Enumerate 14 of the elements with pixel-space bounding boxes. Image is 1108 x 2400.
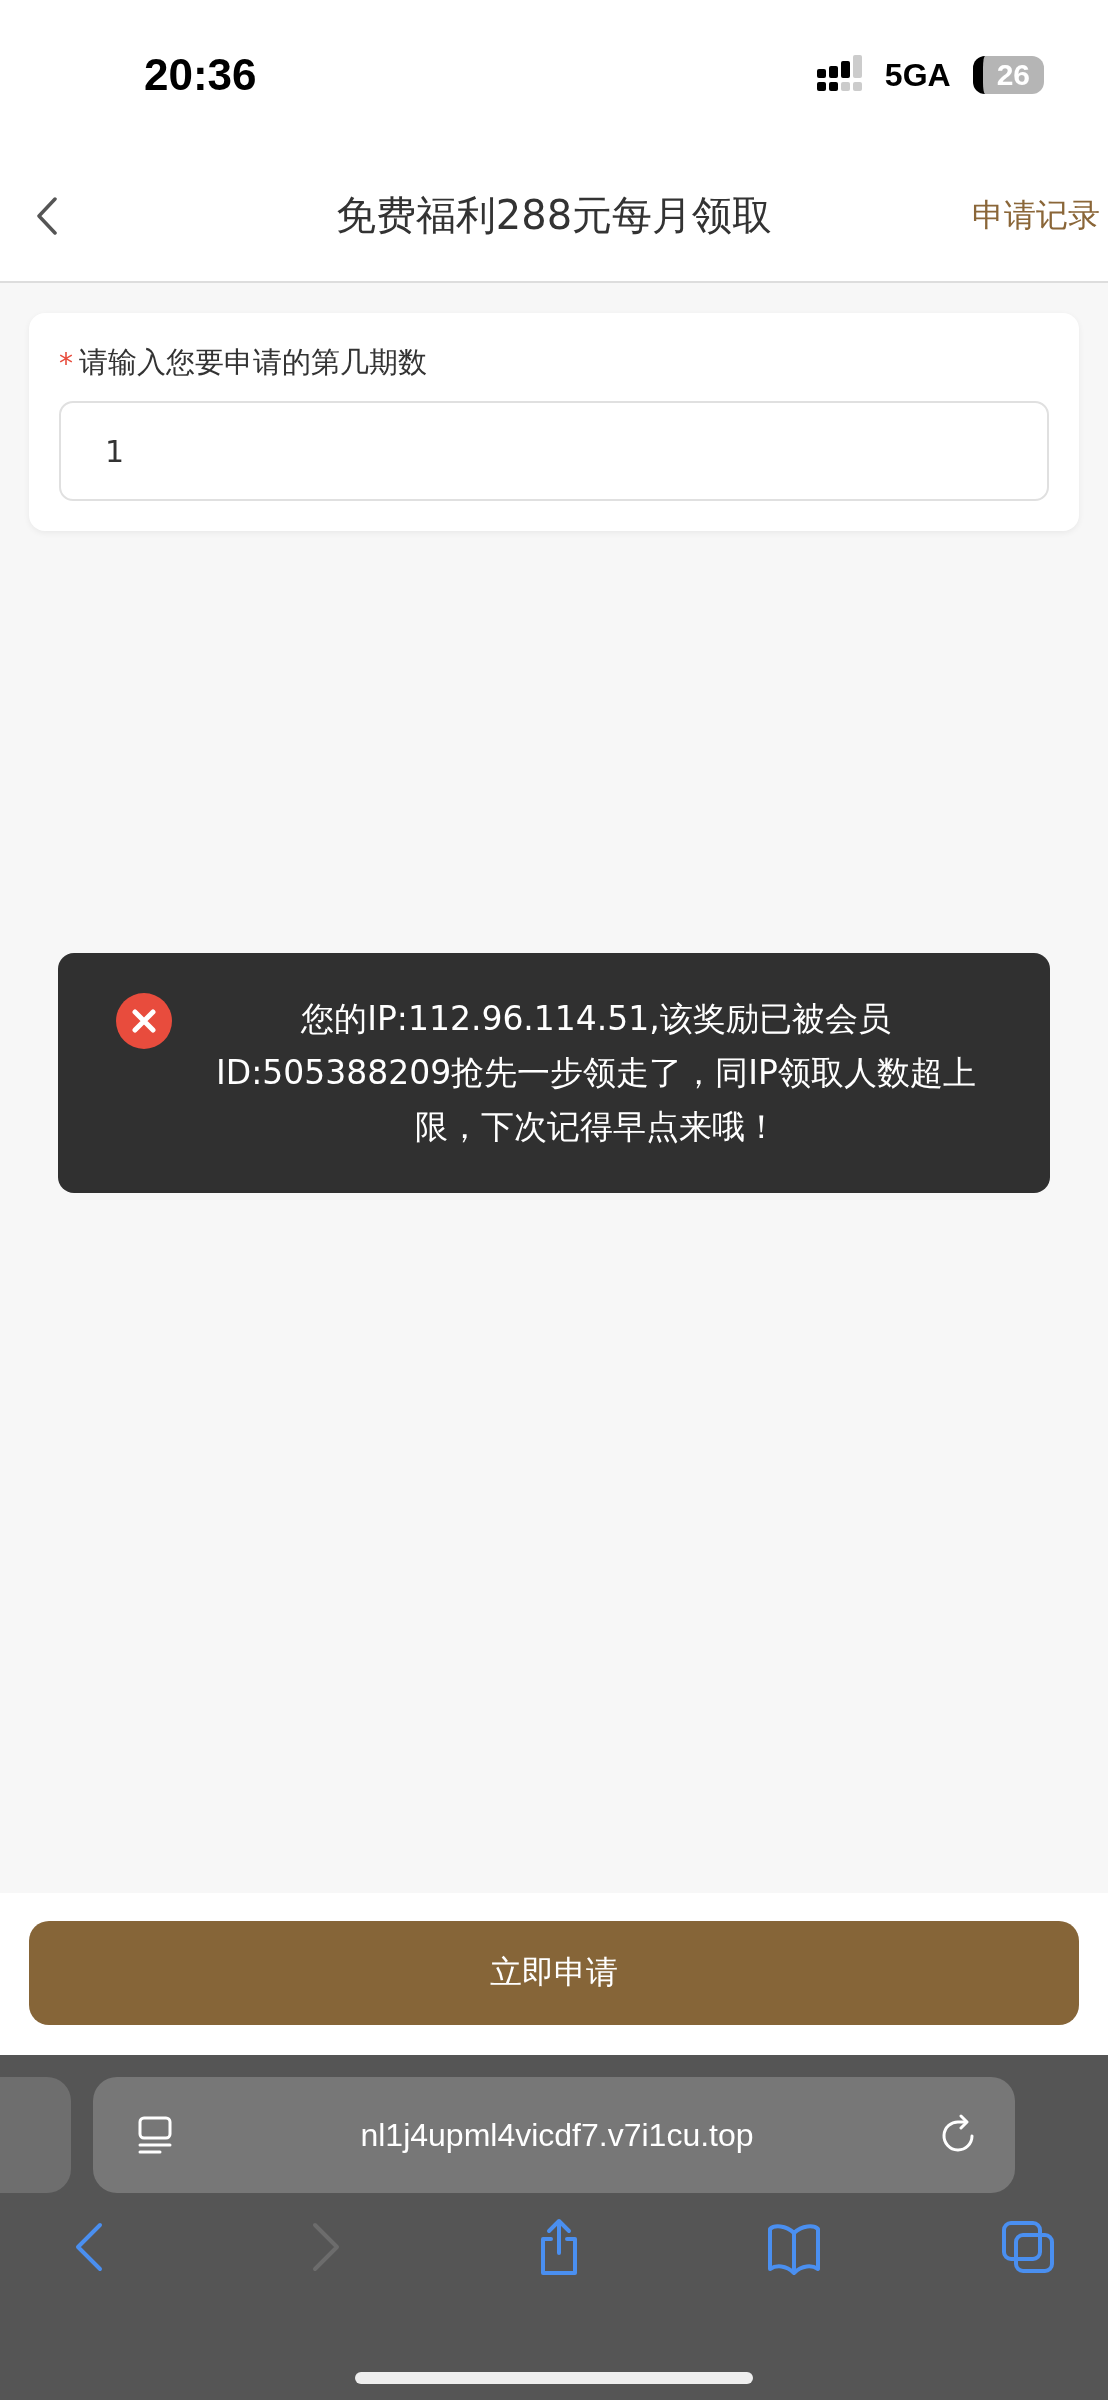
status-time: 20:36 — [144, 50, 257, 100]
network-label: 5GA — [884, 56, 951, 94]
submit-button[interactable]: 立即申请 — [29, 1921, 1079, 2025]
field-label: 请输入您要申请的第几期数 — [79, 344, 427, 381]
back-icon[interactable] — [36, 196, 58, 235]
toast-message: 您的IP:112.96.114.51,该奖励已被会员ID:505388209抢先一步领走了，同IP领取人数超上限，下次记得早点来哦！ — [215, 998, 977, 1148]
records-link[interactable]: 申请记录 — [972, 193, 1100, 238]
required-mark: * — [59, 346, 73, 380]
url-text: nl1j4upml4vicdf7.v7i1cu.top — [360, 2116, 754, 2154]
tab-preview[interactable] — [0, 2077, 71, 2193]
battery-level: 26 — [972, 56, 1044, 94]
input-field[interactable]: 1 — [59, 401, 1049, 501]
page-title: 免费福利288元每月领取 — [335, 191, 773, 240]
address-bar[interactable]: nl1j4upml4vicdf7.v7i1cu.top — [93, 2077, 1015, 2193]
